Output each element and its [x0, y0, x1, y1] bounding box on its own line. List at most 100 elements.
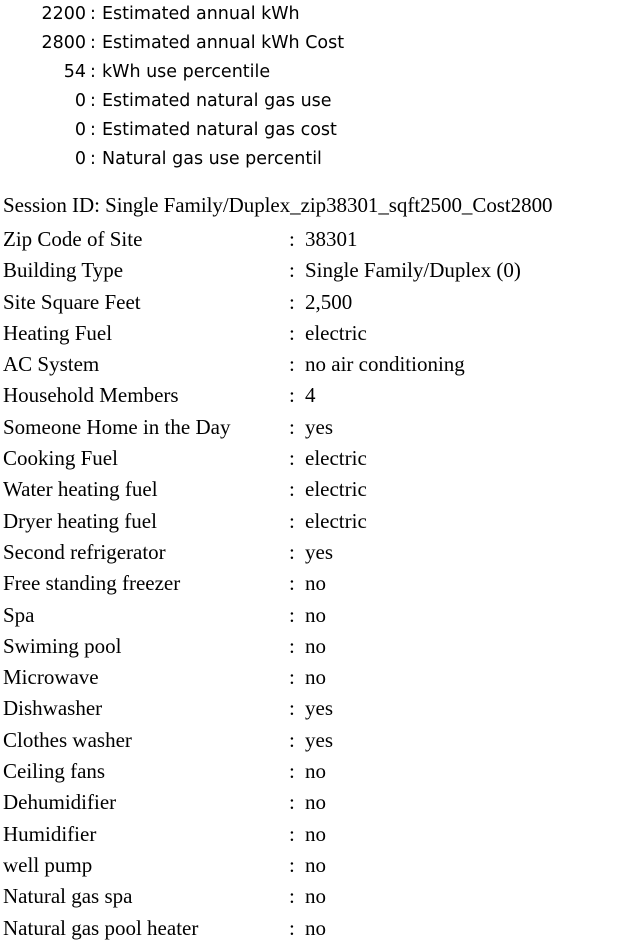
detail-value: no [305, 821, 326, 846]
detail-label: Ceiling fans [3, 759, 106, 784]
table-row: Dishwasher : yes [3, 693, 632, 724]
summary-label: Estimated annual kWh Cost [102, 33, 345, 53]
detail-value: 38301 [305, 227, 358, 251]
site-details-table: Zip Code of Site : 38301 Building Type :… [3, 224, 632, 944]
table-row: Cooking Fuel : electric [3, 443, 632, 474]
summary-separator: : [90, 4, 96, 24]
detail-value: electric [305, 446, 367, 471]
summary-separator: : [90, 62, 96, 82]
detail-value: 2,500 [305, 289, 353, 314]
table-row: Free standing freezer : no [3, 568, 632, 599]
detail-separator: : [289, 352, 295, 377]
detail-value: no [305, 790, 326, 815]
detail-separator: : [289, 727, 295, 752]
detail-value: yes [305, 539, 333, 564]
detail-separator: : [289, 696, 295, 721]
detail-separator: : [289, 383, 295, 408]
detail-value: no [305, 633, 326, 658]
summary-row: 0 : Natural gas use percentil [0, 145, 632, 174]
summary-row: 2200 : Estimated annual kWh [0, 0, 632, 29]
table-row: Clothes washer : yes [3, 725, 632, 756]
table-row: Household Members : 4 [3, 380, 632, 411]
summary-separator: : [90, 149, 96, 169]
detail-value: yes [305, 414, 333, 439]
detail-separator: : [289, 852, 295, 877]
detail-label: Dishwasher [3, 696, 103, 721]
summary-label: Natural gas use percentil [102, 149, 322, 169]
summary-label: Estimated natural gas use [102, 91, 332, 111]
detail-separator: : [289, 790, 295, 815]
summary-separator: : [90, 91, 96, 111]
detail-label: Swiming pool [3, 633, 122, 658]
detail-label: Building Type [3, 258, 124, 283]
detail-separator: : [289, 884, 295, 909]
table-row: Ceiling fans : no [3, 756, 632, 787]
detail-value: no air conditioning [305, 352, 465, 377]
detail-value: no [305, 602, 326, 627]
detail-label: AC System [3, 352, 100, 377]
detail-label: Spa [3, 602, 35, 627]
detail-label: Microwave [3, 665, 99, 690]
table-row: Microwave : no [3, 662, 632, 693]
table-row: well pump : no [3, 850, 632, 881]
summary-row: 0 : Estimated natural gas use [0, 87, 632, 116]
detail-separator: : [289, 446, 295, 471]
summary-value: 0 [74, 149, 86, 169]
summary-value: 0 [74, 120, 86, 140]
table-row: Humidifier : no [3, 819, 632, 850]
detail-separator: : [289, 915, 295, 940]
detail-value: Single Family/Duplex (0) [305, 258, 521, 283]
table-row: Dehumidifier : no [3, 787, 632, 818]
detail-value: yes [305, 696, 333, 721]
detail-value: electric [305, 320, 367, 345]
detail-label: Dehumidifier [3, 790, 117, 815]
detail-label: Natural gas pool heater [3, 915, 199, 940]
detail-label: well pump [3, 852, 93, 877]
detail-label: Water heating fuel [3, 477, 158, 502]
detail-value: yes [305, 727, 333, 752]
detail-label: Household Members [3, 383, 179, 408]
detail-separator: : [289, 821, 295, 846]
detail-label: Free standing freezer [3, 571, 181, 596]
detail-separator: : [289, 320, 295, 345]
detail-value: no [305, 915, 326, 940]
summary-separator: : [90, 120, 96, 140]
table-row: AC System : no air conditioning [3, 349, 632, 380]
table-row: Heating Fuel : electric [3, 318, 632, 349]
detail-separator: : [289, 289, 295, 314]
summary-row: 2800 : Estimated annual kWh Cost [0, 29, 632, 58]
detail-value: electric [305, 477, 367, 502]
detail-value: 4 [305, 383, 316, 408]
summary-value: 0 [74, 91, 86, 111]
table-row: Second refrigerator : yes [3, 537, 632, 568]
detail-value: electric [305, 508, 367, 533]
detail-value: no [305, 852, 326, 877]
detail-label: Humidifier [3, 821, 97, 846]
detail-separator: : [289, 539, 295, 564]
table-row: Spa : no [3, 600, 632, 631]
table-row: Natural gas spa : no [3, 881, 632, 912]
detail-label: Second refrigerator [3, 539, 166, 564]
energy-summary-block: 2200 : Estimated annual kWh 2800 : Estim… [0, 0, 632, 174]
detail-separator: : [289, 571, 295, 596]
summary-value: 2200 [41, 4, 86, 24]
table-row: Natural gas pool heater : no [3, 913, 632, 944]
detail-value: no [305, 665, 326, 690]
detail-label: Heating Fuel [3, 320, 113, 345]
detail-label: Natural gas spa [3, 884, 133, 909]
detail-value: no [305, 884, 326, 909]
session-id-line: Session ID: Single Family/Duplex_zip3830… [3, 193, 553, 217]
summary-row: 54 : kWh use percentile [0, 58, 632, 87]
detail-value: no [305, 571, 326, 596]
detail-label: Zip Code of Site [3, 227, 143, 251]
detail-label: Dryer heating fuel [3, 508, 157, 533]
detail-label: Site Square Feet [3, 289, 141, 314]
table-row: Swiming pool : no [3, 631, 632, 662]
detail-separator: : [289, 759, 295, 784]
detail-label: Someone Home in the Day [3, 414, 231, 439]
table-row: Someone Home in the Day : yes [3, 412, 632, 443]
detail-separator: : [289, 227, 295, 251]
summary-label: Estimated natural gas cost [102, 120, 337, 140]
detail-separator: : [289, 258, 295, 283]
table-row: Site Square Feet : 2,500 [3, 287, 632, 318]
